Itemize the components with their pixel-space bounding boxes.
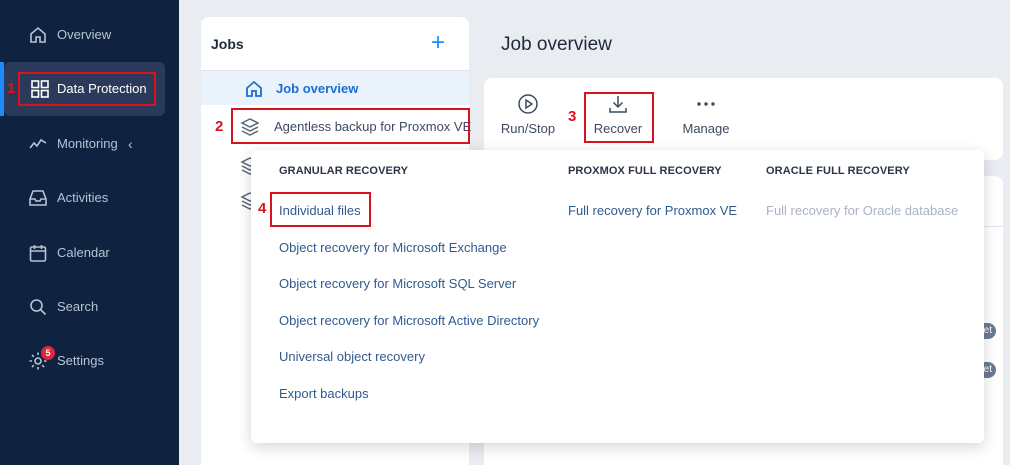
job-overview-label: Job overview	[276, 81, 359, 96]
callout-number: 3	[568, 108, 577, 125]
job-overview-item[interactable]: Job overview	[201, 71, 469, 105]
manage-label: Manage	[682, 121, 730, 136]
callout-number: 4	[258, 200, 267, 217]
run-stop-button[interactable]: Run/Stop	[500, 93, 556, 136]
inbox-icon	[29, 190, 47, 206]
sidebar-item-label: Settings	[57, 353, 104, 368]
callout-number: 1	[7, 80, 16, 97]
page-title: Job overview	[501, 34, 612, 55]
callout-box	[270, 192, 371, 227]
run-stop-label: Run/Stop	[500, 121, 556, 136]
sidebar-item-label: Calendar	[57, 245, 110, 260]
calendar-icon	[29, 245, 47, 262]
callout-number: 2	[215, 118, 224, 135]
menu-item-exchange[interactable]: Object recovery for Microsoft Exchange	[279, 240, 507, 255]
sidebar-item-activities[interactable]: Activities	[0, 178, 179, 218]
sidebar-item-settings[interactable]: Settings	[0, 341, 179, 381]
jobs-title: Jobs	[211, 36, 244, 52]
chevron-left-icon: ‹	[128, 136, 133, 152]
activity-icon	[29, 138, 47, 149]
add-job-button[interactable]: +	[431, 29, 445, 57]
menu-item-export-backups[interactable]: Export backups	[279, 386, 369, 401]
callout-box	[18, 72, 156, 106]
oracle-full-recovery-heading: ORACLE FULL RECOVERY	[766, 165, 910, 177]
more-horizontal-icon	[697, 102, 715, 106]
menu-item-active-directory[interactable]: Object recovery for Microsoft Active Dir…	[279, 313, 539, 328]
home-icon	[30, 26, 46, 43]
toolbar: Run/Stop Recover Manage	[484, 78, 1003, 160]
notification-badge: 5	[41, 346, 55, 360]
sidebar-item-label: Activities	[57, 190, 109, 205]
callout-box	[584, 92, 654, 143]
sidebar-item-label: Monitoring	[57, 136, 118, 151]
sidebar-item-label: Overview	[57, 27, 112, 42]
search-icon	[30, 299, 47, 316]
menu-item-sql-server[interactable]: Object recovery for Microsoft SQL Server	[279, 276, 516, 291]
menu-item-oracle-full-recovery: Full recovery for Oracle database	[766, 203, 959, 218]
granular-recovery-heading: GRANULAR RECOVERY	[279, 165, 409, 177]
proxmox-full-recovery-heading: PROXMOX FULL RECOVERY	[568, 165, 722, 177]
sidebar-item-monitoring[interactable]: Monitoring ‹	[0, 124, 179, 164]
sidebar-item-overview[interactable]: Overview	[0, 15, 179, 55]
sidebar: Overview Data Protection Monitoring ‹ Ac…	[0, 0, 179, 465]
manage-button[interactable]: Manage	[678, 93, 734, 136]
callout-box	[231, 108, 470, 144]
sidebar-item-search[interactable]: Search	[0, 287, 179, 327]
menu-item-universal-object-recovery[interactable]: Universal object recovery	[279, 349, 425, 364]
sidebar-item-calendar[interactable]: Calendar	[0, 233, 179, 273]
sidebar-item-label: Search	[57, 299, 99, 314]
home-icon	[246, 80, 262, 97]
menu-item-proxmox-full-recovery[interactable]: Full recovery for Proxmox VE	[568, 203, 737, 218]
play-icon	[518, 94, 538, 114]
